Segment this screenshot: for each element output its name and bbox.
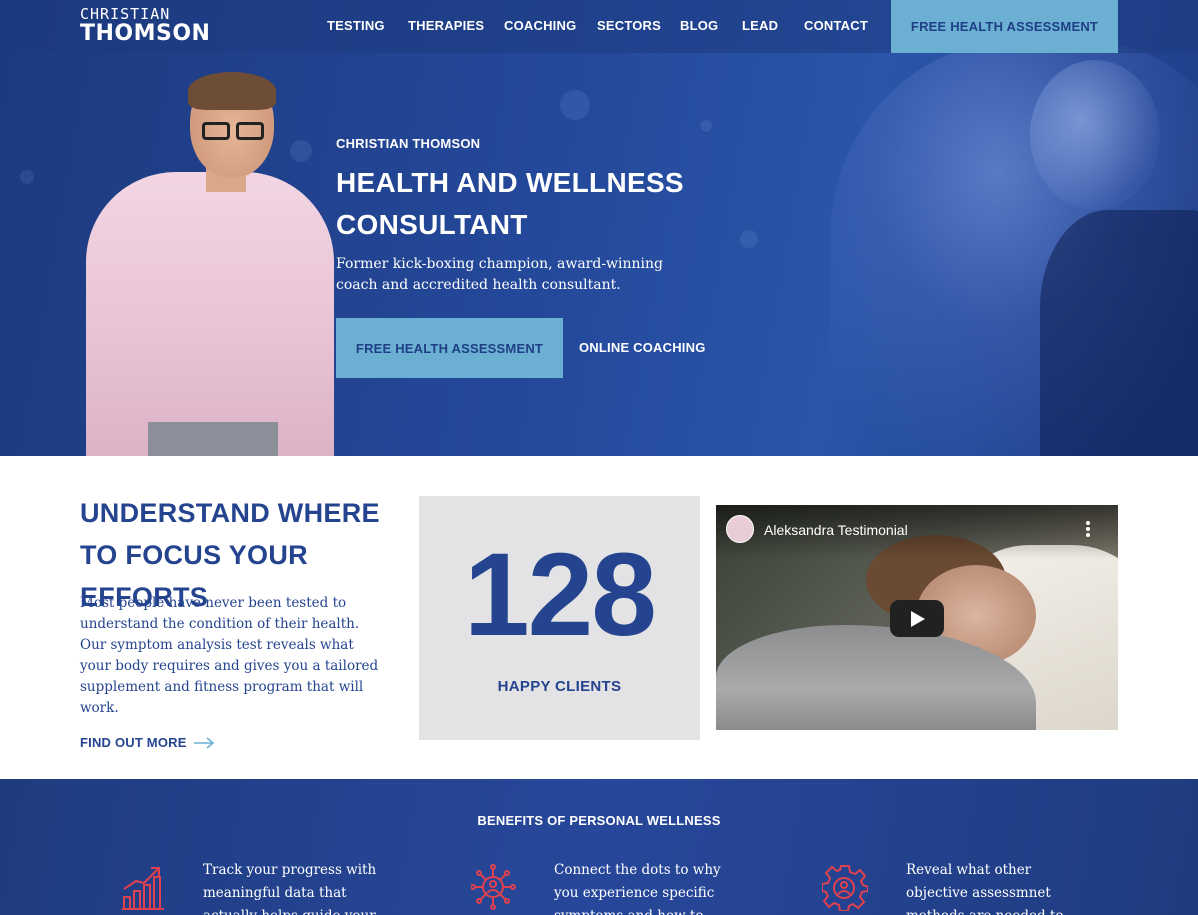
hero-section: CHRISTIAN THOMSON HEALTH AND WELLNESS CO… [0, 0, 1198, 456]
portrait-hair [188, 72, 276, 110]
stat-card: 128 HAPPY CLIENTS [419, 496, 700, 740]
portrait-pants [148, 422, 278, 456]
nav-item-coaching[interactable]: COACHING [504, 18, 576, 33]
stat-label: HAPPY CLIENTS [497, 678, 622, 695]
logo-line1: CHRISTIAN [80, 5, 171, 23]
nav-item-sectors[interactable]: SECTORS [597, 18, 661, 33]
nav-item-testing[interactable]: TESTING [327, 18, 385, 33]
benefit-text: Connect the dots to why you experience s… [554, 862, 721, 915]
nav-item-blog[interactable]: BLOG [680, 18, 718, 33]
top-nav: CHRISTIAN THOMSON TESTING THERAPIES COAC… [0, 0, 1198, 53]
benefit-text: Track your progress with meaningful data… [203, 862, 377, 915]
logo-line2: THOMSON [80, 21, 211, 46]
focus-body: Most people have never been tested to un… [80, 595, 379, 716]
video-title[interactable]: Aleksandra Testimonial [764, 522, 908, 538]
hero-portrait [78, 72, 338, 456]
play-button-icon[interactable] [890, 600, 944, 637]
bokeh-dot [20, 170, 34, 184]
gear-person-icon [822, 865, 868, 911]
nav-free-assessment-button[interactable]: FREE HEALTH ASSESSMENT [891, 0, 1118, 53]
bokeh-dot [740, 230, 758, 248]
portrait-shirt [86, 172, 334, 456]
testimonial-video[interactable]: Aleksandra Testimonial [716, 505, 1118, 730]
online-coaching-link[interactable]: ONLINE COACHING [579, 340, 706, 355]
hero-background-face [1030, 60, 1160, 210]
bokeh-dot [700, 120, 712, 132]
more-options-icon[interactable] [1086, 521, 1092, 539]
hero-free-assessment-button[interactable]: FREE HEALTH ASSESSMENT [336, 318, 563, 378]
hero-text-block: CHRISTIAN THOMSON HEALTH AND WELLNESS CO… [336, 136, 696, 296]
bokeh-dot [560, 90, 590, 120]
logo[interactable]: CHRISTIAN THOMSON [80, 7, 210, 46]
benefit-text: Reveal what other objective assessmnet m… [906, 862, 1063, 915]
nav-item-therapies[interactable]: THERAPIES [408, 18, 484, 33]
nav-item-contact[interactable]: CONTACT [804, 18, 868, 33]
portrait-glasses [202, 122, 266, 140]
arrow-right-icon [193, 736, 214, 749]
find-out-more-link[interactable]: FIND OUT MORE [80, 735, 215, 750]
benefits-title: BENEFITS OF PERSONAL WELLNESS [477, 813, 721, 828]
chart-growth-icon [122, 867, 164, 910]
benefits-section: BENEFITS OF PERSONAL WELLNESS Track your… [0, 779, 1198, 915]
hero-title: HEALTH AND WELLNESS CONSULTANT [336, 167, 684, 240]
hero-eyebrow: CHRISTIAN THOMSON [336, 136, 481, 151]
nav-item-lead[interactable]: LEAD [742, 18, 778, 33]
hero-subtitle: Former kick-boxing champion, award-winni… [336, 256, 664, 293]
stat-number: 128 [464, 529, 657, 661]
network-person-icon [471, 864, 516, 910]
channel-avatar[interactable] [726, 515, 754, 543]
hero-background-top [1040, 210, 1198, 456]
find-out-more-label: FIND OUT MORE [80, 735, 187, 750]
